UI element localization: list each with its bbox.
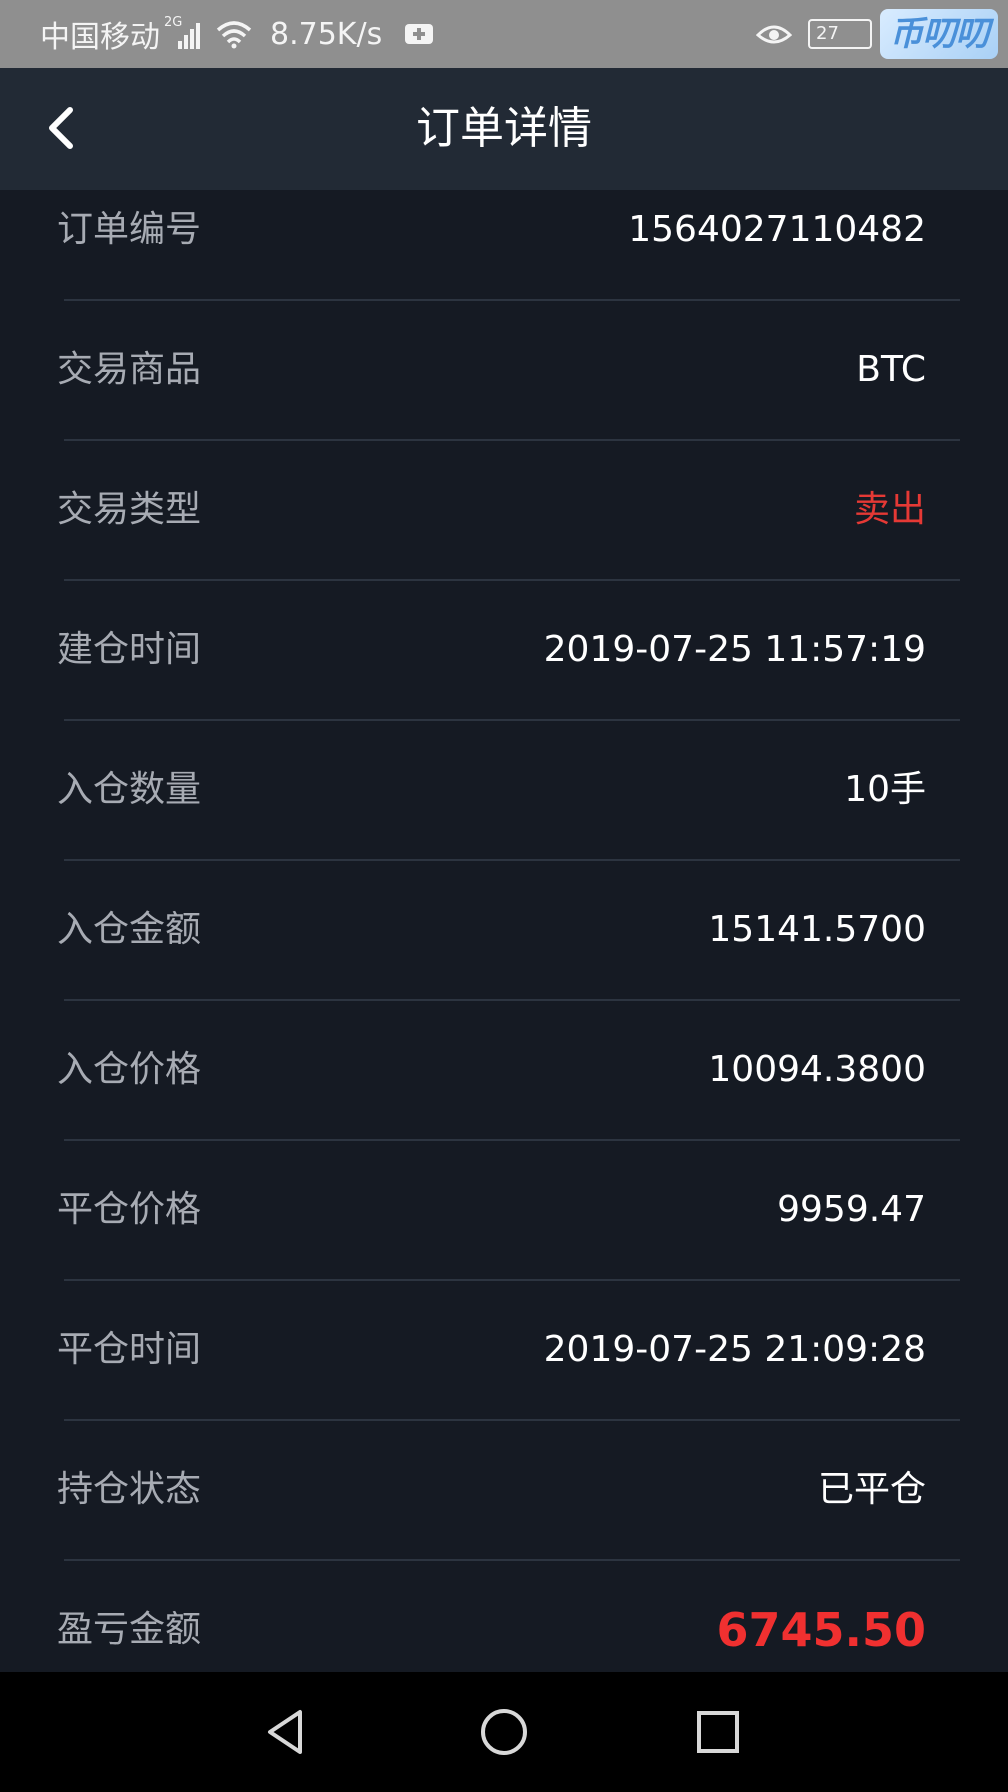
row-label: 交易商品 <box>57 349 202 390</box>
watermark-logo: 币叨叨 <box>880 9 998 59</box>
signal-bars <box>178 23 202 49</box>
divider <box>64 299 960 301</box>
row-value: 2019-07-25 11:57:19 <box>543 629 926 670</box>
network-speed: 8.75K/s <box>270 16 383 52</box>
header-bar: 订单详情 <box>0 68 1008 190</box>
page-title: 订单详情 <box>416 103 592 154</box>
row-value: 已平仓 <box>817 1469 926 1510</box>
divider <box>64 579 960 581</box>
row-value: BTC <box>856 349 926 390</box>
system-nav-bar <box>0 1672 1008 1792</box>
row-open-time: 建仓时间 2019-07-25 11:57:19 <box>0 610 1008 749</box>
signal-icon: 2G <box>164 15 204 51</box>
row-label: 平仓价格 <box>57 1189 202 1230</box>
row-value: 15141.5700 <box>708 909 926 950</box>
row-value: 1564027110482 <box>628 209 926 250</box>
circle-home-icon[interactable] <box>474 1702 534 1762</box>
row-product: 交易商品 BTC <box>0 330 1008 469</box>
plus-box-icon <box>405 24 434 44</box>
watermark-text: 币叨叨 <box>889 14 990 54</box>
divider <box>64 859 960 861</box>
row-label: 入仓数量 <box>57 769 202 810</box>
row-label: 订单编号 <box>57 209 202 250</box>
divider <box>64 439 960 441</box>
row-value: 2019-07-25 21:09:28 <box>543 1329 926 1370</box>
eye-icon <box>756 25 792 44</box>
row-value: 卖出 <box>853 489 926 530</box>
status-right: 27 币叨叨 <box>756 0 1008 68</box>
row-close-time: 平仓时间 2019-07-25 21:09:28 <box>0 1310 1008 1449</box>
row-trade-type: 交易类型 卖出 <box>0 470 1008 609</box>
carrier-name: 中国移动 <box>40 20 160 55</box>
row-profit-loss: 盈亏金额 6745.50 <box>0 1590 1008 1672</box>
row-quantity: 入仓数量 10手 <box>0 750 1008 889</box>
divider <box>64 1419 960 1421</box>
row-label: 交易类型 <box>57 489 202 530</box>
row-order-number: 订单编号 1564027110482 <box>0 190 1008 329</box>
square-recent-icon[interactable] <box>688 1702 748 1762</box>
battery-level: 27 <box>816 23 839 44</box>
row-value: 10094.3800 <box>708 1049 926 1090</box>
divider <box>64 1559 960 1561</box>
row-label: 入仓金额 <box>57 909 202 950</box>
row-label: 持仓状态 <box>57 1469 202 1510</box>
row-close-price: 平仓价格 9959.47 <box>0 1170 1008 1309</box>
row-position-status: 持仓状态 已平仓 <box>0 1450 1008 1589</box>
status-left: 中国移动 2G 8.75K/s <box>40 0 434 68</box>
divider <box>64 1279 960 1281</box>
status-bar: 中国移动 2G 8.75K/s 27 币叨叨 <box>0 0 1008 68</box>
wifi-icon <box>216 21 252 49</box>
row-label: 建仓时间 <box>57 629 202 670</box>
order-detail-list: 订单编号 1564027110482 交易商品 BTC 交易类型 卖出 建仓时间… <box>0 190 1008 1672</box>
row-label: 平仓时间 <box>57 1329 202 1370</box>
row-label: 入仓价格 <box>57 1049 202 1090</box>
row-open-price: 入仓价格 10094.3800 <box>0 1030 1008 1169</box>
divider <box>64 719 960 721</box>
divider <box>64 999 960 1001</box>
row-label: 盈亏金额 <box>57 1609 202 1650</box>
row-value: 9959.47 <box>777 1189 926 1230</box>
chevron-left-icon[interactable] <box>36 98 96 158</box>
profit-loss-value: 6745.50 <box>716 1603 926 1657</box>
row-value: 10手 <box>844 769 926 810</box>
battery-icon: 27 <box>808 19 872 49</box>
triangle-back-icon[interactable] <box>258 1702 318 1762</box>
row-open-amount: 入仓金额 15141.5700 <box>0 890 1008 1029</box>
divider <box>64 1139 960 1141</box>
